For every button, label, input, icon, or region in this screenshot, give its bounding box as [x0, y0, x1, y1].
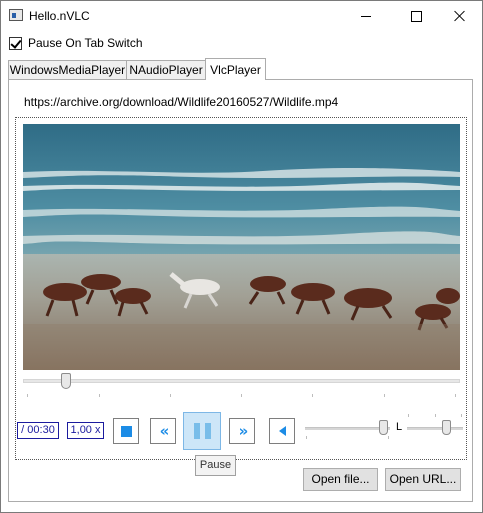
pause-on-tab-switch-option[interactable]: Pause On Tab Switch	[9, 36, 143, 50]
video-surface[interactable]	[23, 124, 460, 370]
volume-icon	[278, 426, 286, 436]
pause-icon-bar	[204, 423, 211, 439]
stop-button[interactable]	[113, 418, 139, 444]
stop-icon	[120, 425, 132, 437]
time-display: / 00:30	[17, 422, 59, 439]
volume-slider-track[interactable]	[305, 427, 390, 430]
balance-slider-thumb[interactable]	[442, 420, 451, 435]
balance-label: L	[396, 421, 403, 433]
balance-tick	[435, 414, 436, 417]
seek-track[interactable]	[23, 379, 460, 383]
balance-tick	[461, 414, 462, 417]
window-title: Hello.nVLC	[29, 9, 90, 23]
title-bar[interactable]: Hello.nVLC	[1, 1, 482, 31]
playback-rate-display[interactable]: 1,00 x	[67, 422, 104, 439]
seek-tick	[455, 394, 456, 397]
seek-tick	[384, 394, 385, 397]
minimize-button[interactable]	[343, 1, 389, 31]
fast-forward-button[interactable]: »	[229, 418, 255, 444]
close-button[interactable]	[437, 1, 483, 31]
pause-on-tab-switch-label: Pause On Tab Switch	[28, 36, 143, 50]
open-file-button[interactable]: Open file...	[303, 468, 378, 491]
seek-tick	[170, 394, 171, 397]
balance-slider-track[interactable]	[407, 427, 463, 430]
seek-tick	[27, 394, 28, 397]
maximize-icon	[410, 10, 422, 22]
maximize-button[interactable]	[393, 1, 439, 31]
fast-forward-icon: »	[238, 421, 249, 440]
seek-tick	[312, 394, 313, 397]
seek-tick	[241, 394, 242, 397]
pause-on-tab-switch-checkbox[interactable]	[9, 36, 22, 50]
tab-vlc-player[interactable]: VlcPlayer	[205, 58, 266, 80]
minimize-icon	[361, 15, 371, 17]
close-icon	[454, 10, 466, 22]
seek-thumb[interactable]	[61, 373, 71, 389]
volume-tick	[388, 436, 389, 439]
seek-tick	[99, 394, 100, 397]
pause-button[interactable]	[183, 412, 221, 450]
tab-naudio-player[interactable]: NAudioPlayer	[126, 60, 206, 79]
media-url: https://archive.org/download/Wildlife201…	[24, 95, 339, 109]
pause-tooltip: Pause	[195, 455, 236, 476]
rewind-icon: «	[159, 421, 170, 440]
app-window-icon	[9, 9, 23, 21]
rewind-button[interactable]: «	[150, 418, 176, 444]
open-url-button[interactable]: Open URL...	[385, 468, 461, 491]
volume-slider-thumb[interactable]	[379, 420, 388, 435]
balance-tick	[408, 414, 409, 417]
mute-button[interactable]	[269, 418, 295, 444]
video-frame-image	[23, 124, 460, 370]
volume-tick	[306, 436, 307, 439]
pause-icon	[193, 423, 200, 439]
tab-windows-media-player[interactable]: WindowsMediaPlayer	[8, 60, 127, 79]
